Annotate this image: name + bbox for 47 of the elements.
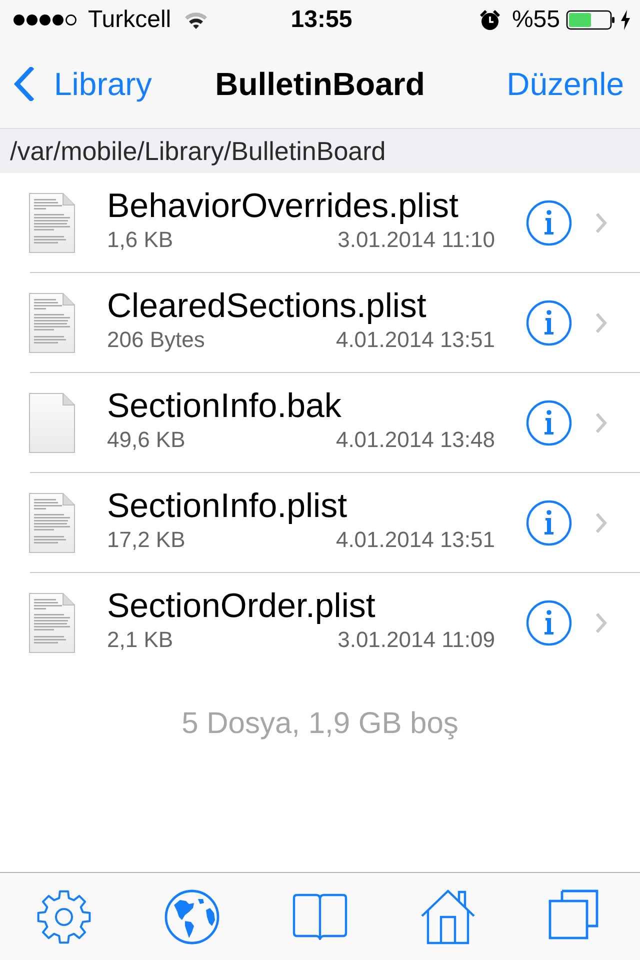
- file-count-summary: 5 Dosya, 1,9 GB boş: [180, 706, 460, 742]
- chevron-icon: [595, 212, 607, 234]
- info-icon[interactable]: [526, 400, 572, 446]
- file-name: SectionInfo.plist: [107, 486, 348, 524]
- text-document-icon: [28, 592, 76, 654]
- carrier-name: Turkcell: [88, 6, 172, 34]
- globe-icon[interactable]: [164, 888, 220, 944]
- file-date: 3.01.2014 11:09: [338, 627, 495, 653]
- file-size: 49,6 KB: [107, 426, 186, 452]
- file-name: ClearedSections.plist: [107, 286, 428, 324]
- file-size: 206 Bytes: [107, 326, 205, 352]
- file-size: 2,1 KB: [107, 627, 174, 653]
- file-name: BehaviorOverrides.plist: [107, 186, 460, 224]
- chevron-icon: [595, 412, 607, 434]
- wifi-icon: [184, 11, 208, 29]
- info-icon[interactable]: [526, 300, 572, 346]
- text-document-icon: [28, 192, 76, 254]
- text-document-icon: [28, 492, 76, 554]
- info-icon[interactable]: [526, 200, 572, 246]
- chevron-icon: [595, 312, 607, 334]
- clock-time: 13:55: [290, 6, 352, 34]
- file-size: 1,6 KB: [107, 226, 174, 252]
- info-icon[interactable]: [526, 500, 572, 546]
- chevron-icon: [595, 612, 607, 634]
- blank-document-icon: [28, 392, 76, 454]
- text-document-icon: [28, 292, 76, 354]
- path-text: /var/mobile/Library/BulletinBoard: [10, 136, 386, 166]
- file-name: SectionOrder.plist: [107, 587, 376, 625]
- file-size: 17,2 KB: [107, 526, 186, 552]
- home-icon[interactable]: [420, 888, 476, 944]
- alarm-clock-icon: [478, 9, 501, 31]
- edit-button[interactable]: Düzenle: [506, 64, 640, 104]
- battery-icon: [566, 10, 616, 30]
- file-date: 3.01.2014 11:10: [338, 226, 495, 252]
- info-icon[interactable]: [526, 600, 572, 646]
- back-chevron-icon: [14, 67, 34, 101]
- signal-icon: [13, 14, 77, 26]
- file-date: 4.01.2014 13:51: [336, 526, 495, 552]
- settings-icon[interactable]: [36, 888, 92, 944]
- battery-percentage: %55: [512, 6, 560, 34]
- chevron-icon: [595, 512, 607, 534]
- charging-bolt-icon: [621, 10, 630, 30]
- nav-title: BulletinBoard: [214, 65, 426, 104]
- back-button[interactable]: Library: [0, 64, 152, 104]
- file-name: SectionInfo.bak: [107, 386, 342, 424]
- file-date: 4.01.2014 13:51: [336, 326, 495, 352]
- file-date: 4.01.2014 13:48: [336, 426, 495, 452]
